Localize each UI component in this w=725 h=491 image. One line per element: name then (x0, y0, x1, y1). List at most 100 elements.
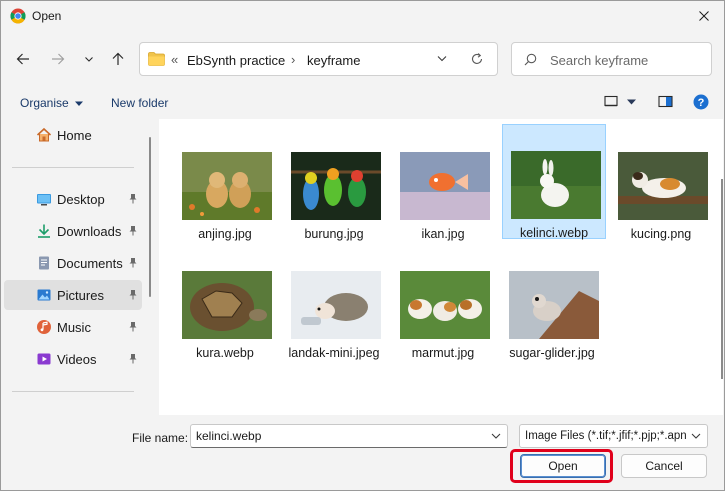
chrome-icon (10, 8, 26, 24)
thumbnail-image (400, 152, 490, 220)
svg-text:?: ? (698, 97, 705, 109)
caret-down-icon (75, 101, 84, 106)
preview-pane-icon[interactable] (658, 95, 673, 108)
command-bar: Organise New folder ? (1, 89, 724, 117)
search-input[interactable] (550, 51, 700, 69)
sidebar-label: Downloads (57, 224, 122, 239)
folder-icon (148, 52, 165, 66)
file-name-input[interactable] (196, 429, 486, 443)
chevron-down-icon[interactable] (436, 52, 448, 64)
sidebar-label: Music (57, 320, 91, 335)
file-name: kura.webp (196, 346, 254, 360)
thumbnail-image (618, 152, 708, 220)
file-item-burung[interactable]: burung.jpg (282, 125, 386, 241)
sidebar-item-home[interactable]: Home (4, 120, 142, 150)
content-scrollbar[interactable] (721, 179, 723, 379)
back-button[interactable] (12, 48, 34, 70)
thumbnail-image (291, 271, 381, 339)
arrow-left-icon (16, 53, 29, 65)
file-name: sugar-glider.jpg (509, 346, 595, 360)
pin-icon[interactable] (128, 353, 138, 364)
close-icon (699, 11, 709, 21)
file-name-combobox[interactable] (190, 424, 508, 448)
document-icon (39, 256, 49, 270)
thumbnail-image (291, 152, 381, 220)
sidebar-label: Pictures (57, 288, 104, 303)
sidebar-item-pictures[interactable]: Pictures (4, 280, 142, 310)
breadcrumb-separator[interactable]: › (291, 52, 295, 67)
dialog-footer: File name: Image Files (*.tif;*.jfif;*.p… (1, 415, 724, 490)
pin-icon[interactable] (128, 321, 138, 332)
sidebar-item-documents[interactable]: Documents (4, 248, 142, 278)
pin-icon[interactable] (128, 193, 138, 204)
file-item-landak-mini[interactable]: landak-mini.jpeg (282, 244, 386, 360)
view-icon[interactable] (604, 95, 618, 108)
search-box[interactable] (511, 42, 712, 76)
arrow-up-icon (112, 52, 124, 65)
organise-label: Organise (20, 96, 69, 110)
thumbnail-image (509, 271, 599, 339)
file-list: anjing.jpg burung.jpg ikan.jpg kelinci.w… (159, 119, 723, 415)
chevron-down-icon (85, 57, 93, 62)
address-bar[interactable]: « EbSynth practice › keyframe (139, 42, 498, 76)
window-title: Open (32, 9, 62, 23)
video-icon (37, 353, 51, 365)
sidebar-item-downloads[interactable]: Downloads (4, 216, 142, 246)
up-button[interactable] (107, 48, 129, 70)
refresh-icon[interactable] (470, 52, 484, 66)
new-folder-button[interactable]: New folder (111, 96, 168, 110)
forward-button[interactable] (47, 48, 69, 70)
home-icon (36, 127, 52, 142)
breadcrumb-keyframe[interactable]: keyframe (307, 53, 360, 68)
sidebar-item-music[interactable]: Music (4, 312, 142, 342)
pin-icon[interactable] (128, 257, 138, 268)
sidebar-item-videos[interactable]: Videos (4, 344, 142, 374)
recent-locations-button[interactable] (78, 48, 100, 70)
chevron-down-icon (691, 433, 701, 439)
cancel-button[interactable]: Cancel (621, 454, 707, 478)
pictures-icon (37, 289, 51, 301)
file-item-sugar-glider[interactable]: sugar-glider.jpg (500, 244, 604, 360)
arrow-right-icon (52, 53, 65, 65)
close-button[interactable] (684, 1, 724, 31)
chevron-down-icon[interactable] (491, 432, 501, 440)
download-icon (38, 224, 50, 238)
file-item-marmut[interactable]: marmut.jpg (391, 244, 495, 360)
sidebar-divider (12, 391, 134, 392)
file-name: ikan.jpg (421, 227, 465, 241)
caret-down-icon[interactable] (627, 99, 636, 105)
file-item-kelinci[interactable]: kelinci.webp (502, 124, 606, 240)
file-name-label: File name: (132, 431, 189, 445)
open-button[interactable]: Open (520, 454, 606, 478)
sidebar-scrollbar[interactable] (149, 137, 151, 297)
file-name: burung.jpg (304, 227, 364, 241)
file-item-anjing[interactable]: anjing.jpg (173, 125, 277, 241)
file-type-select[interactable]: Image Files (*.tif;*.jfif;*.pjp;*.apng (519, 424, 708, 448)
thumbnail-image (400, 271, 490, 339)
file-name: kucing.png (630, 227, 692, 241)
file-name: anjing.jpg (198, 227, 252, 241)
breadcrumb-overflow[interactable]: « (171, 52, 178, 67)
desktop-icon (37, 194, 51, 206)
help-icon[interactable]: ? (693, 94, 709, 110)
file-name: landak-mini.jpeg (288, 346, 380, 360)
organise-menu[interactable]: Organise (20, 96, 84, 110)
file-item-kucing[interactable]: kucing.png (609, 125, 713, 241)
file-name: kelinci.webp (519, 226, 589, 240)
sidebar-label: Home (57, 128, 92, 143)
title-bar: Open (1, 1, 724, 31)
sidebar-item-desktop[interactable]: Desktop (4, 184, 142, 214)
thumbnail-image (182, 271, 272, 339)
thumbnail-image (511, 151, 601, 219)
file-name: marmut.jpg (411, 346, 475, 360)
breadcrumb-ebsynth-practice[interactable]: EbSynth practice (187, 53, 285, 68)
search-icon (524, 53, 537, 66)
sidebar-label: Videos (57, 352, 97, 367)
pin-icon[interactable] (128, 289, 138, 300)
file-item-kura[interactable]: kura.webp (173, 244, 277, 360)
sidebar-label: Desktop (57, 192, 105, 207)
file-item-ikan[interactable]: ikan.jpg (391, 125, 495, 241)
thumbnail-image (182, 152, 272, 220)
music-icon (37, 320, 51, 334)
pin-icon[interactable] (128, 225, 138, 236)
